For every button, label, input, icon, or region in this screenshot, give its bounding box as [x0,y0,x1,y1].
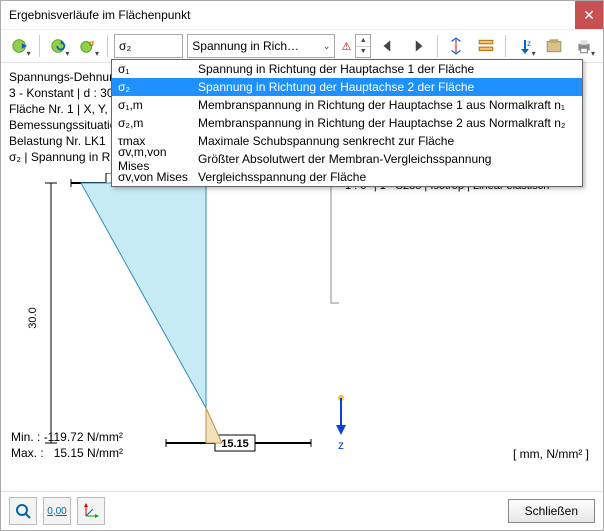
close-icon[interactable]: ✕ [575,1,603,29]
titlebar: Ergebnisverläufe im Flächenpunkt ✕ [1,1,603,30]
description-combo[interactable]: Spannung in Rich… ⌄ [187,34,335,58]
units-label: [ mm, N/mm² ] [513,447,589,461]
dropdown-item[interactable]: σ₁,mMembranspannung in Richtung der Haup… [112,96,582,114]
stepper[interactable]: ▲▼ [355,34,371,58]
decimals-button[interactable]: 0,00 [43,497,71,525]
window: Ergebnisverläufe im Flächenpunkt ✕ σ σ₂ … [0,0,604,531]
window-title: Ergebnisverläufe im Flächenpunkt [9,8,190,22]
dropdown-item[interactable]: σ₁Spannung in Richtung der Hauptachse 1 … [112,60,582,78]
settings-icon[interactable] [542,33,568,59]
z-axis-label: z [338,438,344,452]
globe-stress-icon[interactable]: σ [75,33,101,59]
minmax: Min. : -119.72 N/mm² Max. : 15.15 N/mm² [11,429,123,461]
svg-text:σ: σ [89,39,95,48]
quantity-combo-value: σ₂ [119,39,131,53]
dropdown-item-selected[interactable]: σ₂Spannung in Richtung der Hauptachse 2 … [112,78,582,96]
axes-button[interactable] [77,497,105,525]
dropdown-item[interactable]: σ₂,mMembranspannung in Richtung der Haup… [112,114,582,132]
quantity-combo[interactable]: σ₂ [114,34,183,58]
rows-icon[interactable] [473,33,499,59]
bottom-value: 15.15 [221,438,249,450]
chevron-down-icon: ⌄ [323,41,331,52]
scale-y-icon[interactable] [444,33,470,59]
footer: 0,00 Schließen [1,491,603,530]
svg-text:z: z [527,39,531,48]
quantity-dropdown: σ₁Spannung in Richtung der Hauptachse 1 … [111,59,583,187]
globe-forward-icon[interactable] [7,33,33,59]
zoom-button[interactable] [9,497,37,525]
dropdown-item[interactable]: σv,von MisesVergleichsspannung der Fläch… [112,168,582,186]
globe-refresh-icon[interactable] [46,33,72,59]
description-combo-value: Spannung in Rich… [192,39,299,53]
prev-icon[interactable] [375,33,401,59]
next-icon[interactable] [405,33,431,59]
warning-icon: ⚠ [341,40,351,53]
chart: 30.0 -119.72 15.15 [11,173,593,421]
close-button[interactable]: Schließen [508,499,595,523]
dropdown-item[interactable]: σv,m,von MisesGrößter Absolutwert der Me… [112,150,582,168]
thickness-label: 30.0 [27,307,39,328]
sort-z-icon[interactable]: z [512,33,538,59]
print-icon[interactable] [571,33,597,59]
